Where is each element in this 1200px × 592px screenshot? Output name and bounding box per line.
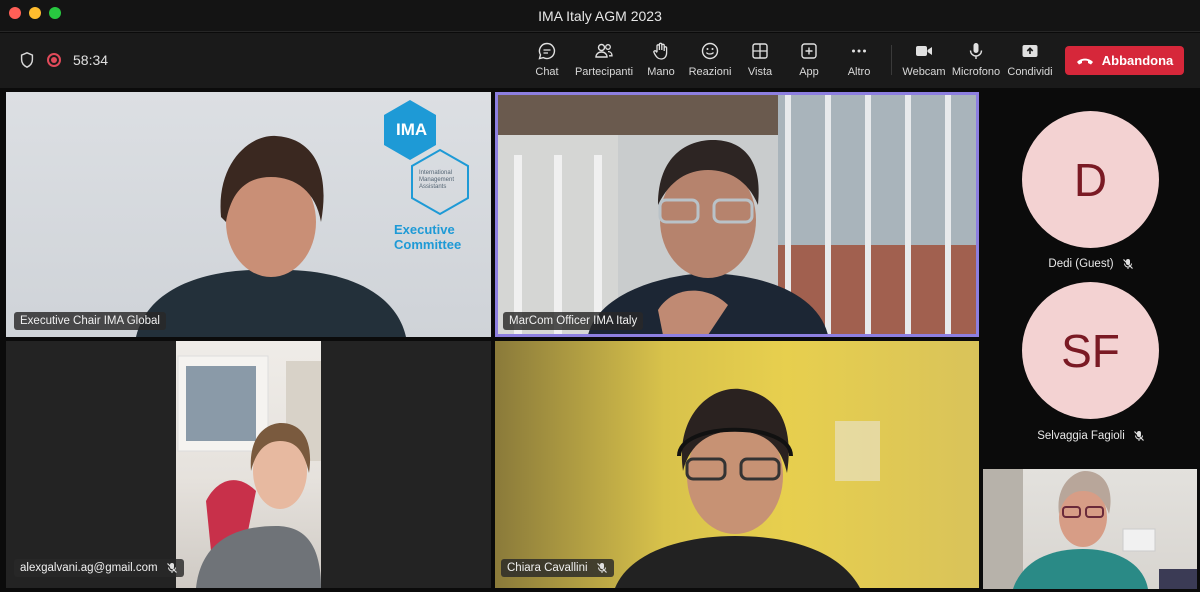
participants-button[interactable]: Partecipanti [573, 41, 635, 81]
participant-video [176, 341, 321, 588]
chat-icon [538, 42, 556, 60]
avatar: SF [1022, 282, 1159, 419]
microphone-label: Microfono [951, 66, 1001, 78]
mic-off-icon [596, 563, 607, 573]
microphone-icon [969, 43, 983, 59]
toolbar-divider [891, 45, 892, 75]
mic-off-icon [1133, 431, 1144, 441]
chat-button[interactable]: Chat [517, 41, 577, 81]
webcam-button[interactable]: Webcam [894, 41, 954, 81]
video-tile-alexgalvani[interactable]: alexgalvani.ag@gmail.com [6, 341, 491, 588]
shield-icon[interactable] [18, 51, 36, 69]
title-bar: IMA Italy AGM 2023 [0, 0, 1200, 32]
participant-name-tag: Executive Chair IMA Global [14, 312, 166, 330]
share-button[interactable]: Condividi [1000, 41, 1060, 81]
more-label: Altro [847, 66, 871, 78]
ima-logo-text: IMA [396, 120, 428, 139]
mic-off-icon [166, 563, 177, 573]
meeting-timer: 58:34 [73, 52, 109, 68]
camera-icon [916, 46, 932, 56]
more-button[interactable]: Altro [829, 41, 889, 81]
webcam-label: Webcam [902, 66, 946, 78]
video-tile-executive-chair[interactable]: IMA International Management Assistants … [6, 92, 491, 337]
hand-icon [653, 42, 668, 60]
ima-logo-icon [384, 100, 469, 216]
participant-name: Dedi (Guest) [1048, 258, 1114, 270]
participant-video-icon [136, 135, 406, 337]
avatar: D [1022, 111, 1159, 248]
recording-indicator-icon [47, 53, 61, 67]
participant-video-icon [983, 469, 1197, 589]
participant-video-icon [588, 140, 828, 334]
self-view-tile[interactable] [983, 469, 1197, 589]
chat-label: Chat [535, 66, 559, 78]
more-icon [852, 49, 866, 53]
ima-logo-subtext: International Management Assistants [419, 170, 455, 190]
participant-name: MarCom Officer IMA Italy [509, 315, 638, 327]
add-app-icon [801, 43, 817, 59]
slide-caption-line2: Committee [394, 237, 462, 252]
participant-name-tag: MarCom Officer IMA Italy [503, 312, 644, 330]
video-tile-chiara-cavallini[interactable]: Chiara Cavallini [495, 341, 979, 588]
microphone-button[interactable]: Microfono [946, 41, 1006, 81]
leave-meeting-button[interactable]: Abbandona [1065, 46, 1184, 75]
participant-name: Chiara Cavallini [507, 562, 588, 574]
participant-name-row: Selvaggia Fagioli [982, 430, 1200, 442]
participants-label: Partecipanti [574, 66, 634, 78]
participant-video-icon [615, 388, 880, 588]
participant-name: Executive Chair IMA Global [20, 315, 160, 327]
leave-label: Abbandona [1101, 53, 1174, 68]
participant-name-tag: alexgalvani.ag@gmail.com [14, 559, 184, 577]
grid-view-icon [752, 43, 768, 59]
participant-tile-dedi[interactable]: D Dedi (Guest) [982, 92, 1200, 272]
share-icon [1022, 45, 1038, 57]
smiley-icon [701, 42, 719, 60]
participant-name-tag: Chiara Cavallini [501, 559, 614, 577]
participant-tile-selvaggia-fagioli[interactable]: SF Selvaggia Fagioli [982, 280, 1200, 460]
slide-caption: Executive Committee [394, 222, 461, 252]
share-label: Condividi [1007, 66, 1053, 78]
mic-off-icon [1122, 259, 1133, 269]
participant-name: alexgalvani.ag@gmail.com [20, 562, 158, 574]
video-tile-marcom-officer[interactable]: MarCom Officer IMA Italy [495, 92, 979, 337]
meeting-toolbar: 58:34 Chat Partecipanti Mano Reazioni Vi… [0, 33, 1200, 88]
slide-caption-line1: Executive [394, 222, 455, 237]
hang-up-icon [1076, 58, 1093, 64]
participant-name-row: Dedi (Guest) [982, 258, 1200, 270]
participant-name: Selvaggia Fagioli [1037, 430, 1125, 442]
participant-video-icon [177, 355, 321, 588]
window-title: IMA Italy AGM 2023 [538, 8, 662, 24]
participants-icon [595, 43, 613, 58]
